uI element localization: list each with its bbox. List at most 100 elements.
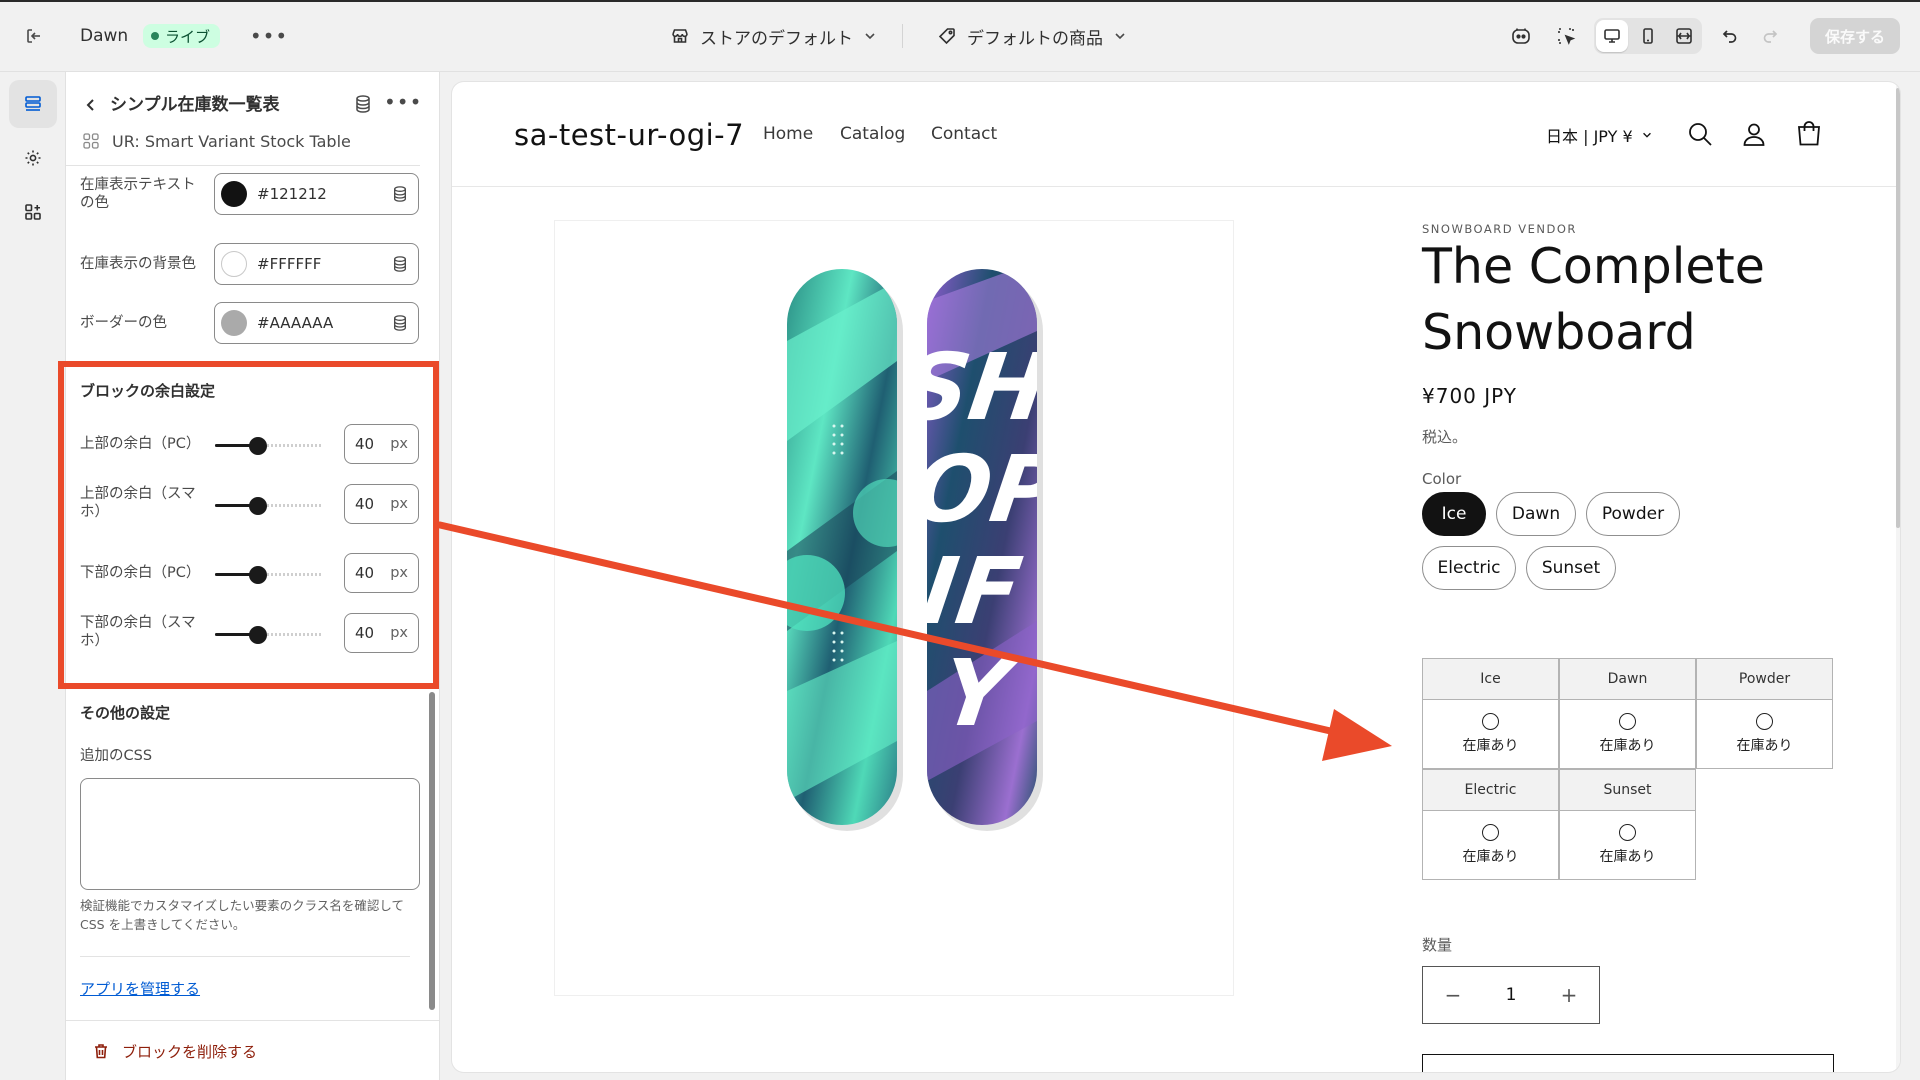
slider-thumb[interactable] [249, 625, 268, 644]
sections-tab[interactable] [9, 80, 57, 128]
stock-table-header: Powder [1696, 658, 1833, 700]
number-input[interactable]: 40 px [344, 484, 419, 524]
app-embeds-tab[interactable] [9, 188, 57, 236]
undo-icon [1722, 30, 1737, 43]
back-button[interactable] [78, 92, 104, 118]
in-stock-circle-icon [1619, 713, 1636, 730]
redo-icon [1763, 30, 1778, 43]
slider-track[interactable] [215, 625, 323, 644]
unit-label: px [390, 625, 408, 641]
quantity-increase-button[interactable]: + [1549, 983, 1589, 1007]
number-input[interactable]: 40 px [344, 424, 419, 464]
color-option-ice[interactable]: Ice [1422, 492, 1486, 536]
search-button[interactable] [1686, 120, 1714, 148]
app-source-row: UR: Smart Variant Stock Table [82, 127, 351, 155]
color-swatch[interactable] [221, 310, 247, 336]
stock-table-cell: 在庫あり [1559, 810, 1696, 880]
number-value: 40 [355, 435, 375, 453]
store-template-selector[interactable]: ストアのデフォルト [670, 22, 877, 50]
number-value: 40 [355, 495, 375, 513]
mobile-view-button[interactable] [1632, 20, 1664, 52]
color-option-dawn[interactable]: Dawn [1496, 492, 1576, 536]
redo-button[interactable] [1754, 20, 1786, 52]
stock-table-header: Electric [1422, 769, 1559, 811]
custom-css-textarea[interactable] [80, 778, 420, 890]
slider-track[interactable] [215, 436, 323, 455]
save-button[interactable]: 保存する [1810, 18, 1900, 54]
nav-link-contact[interactable]: Contact [931, 124, 997, 144]
color-hex-value: #121212 [257, 185, 327, 203]
quantity-label: 数量 [1422, 936, 1453, 954]
number-input[interactable]: 40 px [344, 553, 419, 593]
top-divider [902, 24, 903, 48]
number-input[interactable]: 40 px [344, 613, 419, 653]
snowboard-image: SH OP IF Y [787, 269, 1043, 831]
theme-actions-button[interactable]: ••• [250, 22, 287, 50]
dynamic-source-button[interactable] [354, 94, 372, 114]
slider-track[interactable] [215, 496, 323, 515]
full-width-icon [1676, 28, 1692, 44]
cart-button[interactable] [1795, 120, 1823, 148]
color-swatch[interactable] [221, 181, 247, 207]
stock-status: 在庫あり [1462, 738, 1519, 754]
color-option-electric[interactable]: Electric [1422, 546, 1516, 590]
theme-settings-tab[interactable] [9, 134, 57, 182]
shop-name[interactable]: sa-test-ur-ogi-7 [514, 118, 744, 152]
block-more-button[interactable]: ••• [384, 90, 422, 114]
slider-thumb[interactable] [249, 496, 268, 515]
theme-name: Dawn [80, 26, 129, 46]
stock-status: 在庫あり [1599, 738, 1656, 754]
svg-text:IF: IF [915, 537, 1027, 644]
stock-table-cell: 在庫あり [1559, 699, 1696, 769]
database-icon [356, 95, 370, 113]
color-picker-field[interactable]: #FFFFFF [214, 243, 419, 285]
exit-editor-button[interactable] [18, 20, 50, 52]
product-price: ¥700 JPY [1422, 384, 1517, 408]
color-option-sunset[interactable]: Sunset [1526, 546, 1616, 590]
inspector-button[interactable] [1550, 20, 1582, 52]
desktop-view-button[interactable] [1596, 20, 1628, 52]
apps-icon [25, 204, 41, 220]
color-setting-background: 在庫表示の背景色 #FFFFFF [80, 243, 419, 287]
slider-label: 下部の余白（PC） [80, 565, 201, 581]
nav-link-catalog[interactable]: Catalog [840, 124, 905, 144]
fullwidth-view-button[interactable] [1668, 20, 1700, 52]
quantity-input[interactable]: 1 [1506, 985, 1517, 1005]
color-picker-field[interactable]: #AAAAAA [214, 302, 419, 344]
slider-top-pc: 上部の余白（PC） 40 px [80, 424, 419, 466]
chevron-down-icon [1642, 132, 1651, 138]
ai-assistant-button[interactable] [1505, 20, 1537, 52]
account-button[interactable] [1740, 120, 1768, 148]
product-template-selector[interactable]: デフォルトの商品 [937, 22, 1127, 50]
slider-thumb[interactable] [249, 436, 268, 455]
quantity-stepper: − 1 + [1422, 966, 1600, 1024]
color-hex-value: #FFFFFF [257, 255, 322, 273]
database-icon[interactable] [392, 255, 408, 273]
locale-selector[interactable]: 日本 | JPY ¥ [1546, 123, 1653, 147]
spacing-section-title: ブロックの余白設定 [80, 382, 216, 400]
panel-scrollbar[interactable] [429, 692, 435, 1010]
preview-scrollbar[interactable] [1896, 88, 1900, 528]
undo-button[interactable] [1714, 20, 1746, 52]
database-icon[interactable] [392, 314, 408, 332]
stock-table-cell: 在庫あり [1422, 699, 1559, 769]
quantity-decrease-button[interactable]: − [1433, 983, 1473, 1007]
slider-thumb[interactable] [249, 565, 268, 584]
slider-bottom-mobile: 下部の余白（スマホ） 40 px [80, 613, 419, 655]
remove-block-label: ブロックを削除する [122, 1042, 258, 1061]
nav-link-home[interactable]: Home [763, 124, 813, 144]
slider-track[interactable] [215, 565, 323, 584]
color-picker-field[interactable]: #121212 [214, 173, 419, 215]
shopping-bag-icon [1798, 121, 1820, 146]
color-option-powder[interactable]: Powder [1586, 492, 1680, 536]
color-swatch[interactable] [221, 251, 247, 277]
locale-label: 日本 | JPY ¥ [1546, 127, 1633, 146]
stock-status: 在庫あり [1599, 849, 1656, 865]
database-icon[interactable] [392, 185, 408, 203]
add-to-cart-button[interactable] [1422, 1054, 1834, 1072]
user-icon [1743, 123, 1765, 146]
product-image[interactable]: SH OP IF Y [554, 220, 1234, 996]
remove-block-button[interactable]: ブロックを削除する [92, 1038, 257, 1064]
manage-app-link[interactable]: アプリを管理する [80, 978, 200, 999]
number-value: 40 [355, 564, 375, 582]
